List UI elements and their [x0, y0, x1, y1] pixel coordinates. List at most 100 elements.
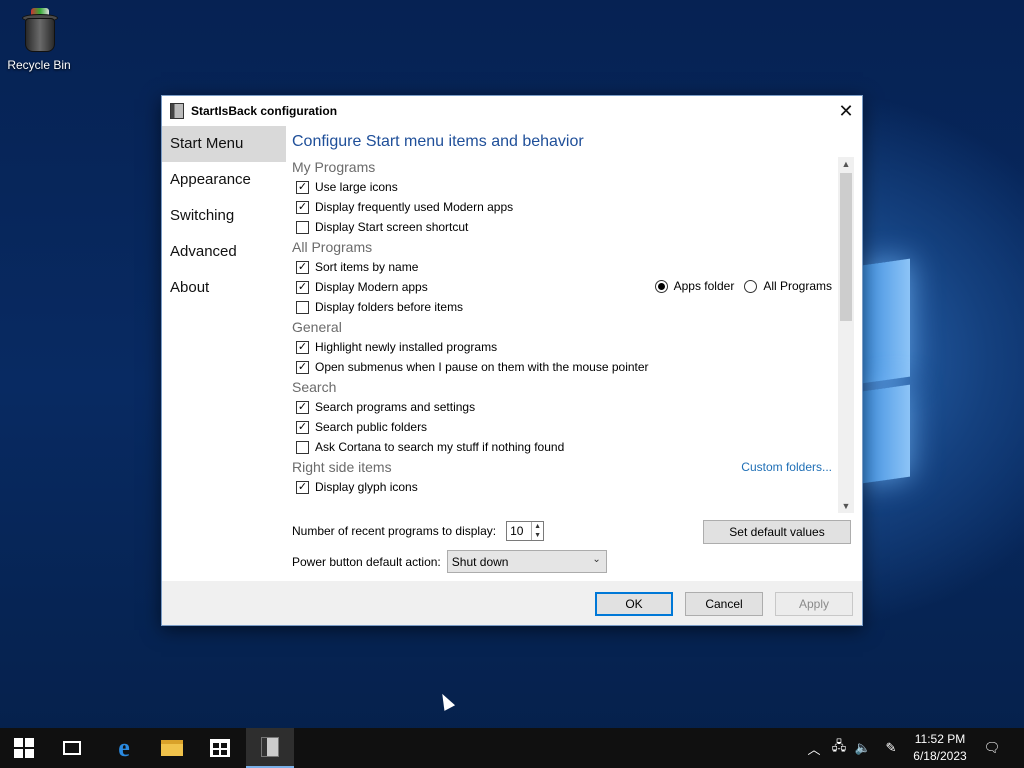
stepper-up-icon[interactable]: ▲ — [532, 522, 543, 531]
recent-programs-label: Number of recent programs to display: — [292, 524, 497, 538]
chevron-down-icon: ⌄ — [592, 554, 601, 565]
sidebar-item-about[interactable]: About — [162, 270, 286, 306]
recent-programs-setting: Number of recent programs to display: 10… — [292, 521, 545, 541]
option-label: Display Start screen shortcut — [315, 220, 469, 234]
scroll-up-icon[interactable]: ▲ — [838, 157, 854, 171]
option-label: Search programs and settings — [315, 400, 476, 414]
option-display-modern-apps[interactable]: ✓ Display Modern apps Apps folder All Pr… — [292, 277, 838, 297]
option-display-folders-before-items[interactable]: Display folders before items — [292, 297, 838, 317]
taskbar-store-button[interactable] — [196, 728, 244, 768]
pen-icon: ✎ — [885, 740, 897, 755]
checkbox[interactable] — [296, 440, 309, 454]
startisback-app-icon — [170, 103, 184, 119]
set-default-values-button[interactable]: Set default values — [703, 520, 851, 544]
startisback-taskbar-icon — [261, 737, 279, 757]
radio-apps-folder[interactable] — [654, 279, 668, 293]
sidebar-item-appearance[interactable]: Appearance — [162, 162, 286, 198]
scroll-down-icon[interactable]: ▼ — [838, 499, 854, 513]
option-display-frequent-modern-apps[interactable]: ✓ Display frequently used Modern apps — [292, 197, 838, 217]
section-right-side-row: Right side items Custom folders... — [292, 457, 838, 477]
sidebar-item-start-menu[interactable]: Start Menu — [162, 126, 286, 162]
checkbox[interactable]: ✓ — [296, 280, 309, 294]
option-search-programs-settings[interactable]: ✓ Search programs and settings — [292, 397, 838, 417]
sidebar-item-advanced[interactable]: Advanced — [162, 234, 286, 270]
modern-apps-location-radios: Apps folder All Programs — [654, 279, 832, 293]
recycle-bin-label: Recycle Bin — [7, 58, 71, 72]
checkbox[interactable]: ✓ — [296, 360, 309, 374]
task-view-button[interactable] — [48, 728, 96, 768]
radio-all-programs-label: All Programs — [763, 279, 832, 293]
settings-sidebar: Start Menu Appearance Switching Advanced… — [162, 126, 286, 582]
option-label: Display folders before items — [315, 300, 464, 314]
option-highlight-new-programs[interactable]: ✓ Highlight newly installed programs — [292, 337, 838, 357]
option-display-start-screen-shortcut[interactable]: Display Start screen shortcut — [292, 217, 838, 237]
edge-browser-icon: e — [118, 733, 130, 762]
notification-icon: 🗨 — [983, 740, 1001, 755]
pen-workspace-button[interactable]: ✎ — [880, 728, 902, 768]
dialog-titlebar[interactable]: StartIsBack configuration ✕ — [162, 96, 862, 126]
checkbox[interactable]: ✓ — [296, 420, 309, 434]
scrollbar-thumb[interactable] — [840, 173, 852, 321]
checkbox[interactable]: ✓ — [296, 260, 309, 274]
option-ask-cortana[interactable]: Ask Cortana to search my stuff if nothin… — [292, 437, 838, 457]
close-button[interactable]: ✕ — [830, 96, 862, 126]
start-button[interactable] — [0, 728, 48, 768]
option-label: Open submenus when I pause on them with … — [315, 360, 649, 374]
checkbox[interactable]: ✓ — [296, 480, 309, 494]
option-open-submenus-on-hover[interactable]: ✓ Open submenus when I pause on them wit… — [292, 357, 838, 377]
checkbox[interactable]: ✓ — [296, 200, 309, 214]
sidebar-item-switching[interactable]: Switching — [162, 198, 286, 234]
option-label: Display glyph icons — [315, 480, 418, 494]
checkbox[interactable]: ✓ — [296, 180, 309, 194]
option-label: Sort items by name — [315, 260, 419, 274]
apply-button[interactable]: Apply — [775, 592, 853, 616]
radio-all-programs[interactable] — [744, 279, 758, 293]
option-sort-items-by-name[interactable]: ✓ Sort items by name — [292, 257, 838, 277]
chevron-up-icon: ︿ — [807, 741, 821, 757]
taskbar-edge-button[interactable]: e — [100, 728, 148, 768]
taskbar-clock[interactable]: 11:52 PM 6/18/2023 — [906, 731, 974, 765]
option-label: Display Modern apps — [315, 280, 428, 294]
checkbox[interactable]: ✓ — [296, 340, 309, 354]
windows-start-icon — [14, 738, 34, 758]
recycle-bin-icon — [19, 6, 59, 54]
section-search: Search — [292, 379, 337, 395]
power-button-label: Power button default action: — [292, 554, 441, 569]
recent-programs-stepper[interactable]: 10 ▲ ▼ — [506, 521, 545, 541]
page-title: Configure Start menu items and behavior — [292, 133, 584, 150]
recycle-bin-desktop-icon[interactable]: Recycle Bin — [4, 6, 74, 72]
show-hidden-icons-button[interactable]: ︿ — [804, 728, 824, 768]
windows-wallpaper-logo — [862, 258, 914, 484]
recent-programs-value[interactable]: 10 — [507, 522, 531, 540]
option-search-public-folders[interactable]: ✓ Search public folders — [292, 417, 838, 437]
checkbox[interactable]: ✓ — [296, 400, 309, 414]
network-disconnected-icon: 🖧 — [831, 738, 847, 753]
power-button-dropdown[interactable]: Shut down ⌄ — [446, 550, 607, 573]
custom-folders-link[interactable]: Custom folders... — [741, 460, 832, 474]
network-tray-button[interactable]: 🖧 — [828, 728, 850, 768]
volume-muted-icon: 🔈 — [854, 740, 872, 755]
section-general: General — [292, 319, 342, 335]
taskbar-file-explorer-button[interactable] — [148, 728, 196, 768]
option-label: Ask Cortana to search my stuff if nothin… — [315, 440, 565, 454]
option-display-glyph-icons[interactable]: ✓ Display glyph icons — [292, 477, 838, 497]
store-icon — [210, 739, 230, 757]
section-my-programs: My Programs — [292, 159, 376, 175]
power-button-setting: Power button default action: Shut down ⌄ — [292, 550, 607, 573]
section-all-programs: All Programs — [292, 239, 373, 255]
taskbar: e ︿ 🖧 🔈 ✎ 11:52 PM 6/18/2023 🗨 — [0, 728, 1024, 768]
file-explorer-icon — [161, 740, 183, 756]
taskbar-startisback-button[interactable] — [246, 728, 294, 768]
cancel-button[interactable]: Cancel — [685, 592, 763, 616]
volume-tray-button[interactable]: 🔈 — [852, 728, 874, 768]
clock-time: 11:52 PM — [914, 732, 966, 746]
radio-apps-folder-label: Apps folder — [673, 279, 735, 293]
action-center-button[interactable]: 🗨 — [978, 728, 1006, 768]
option-use-large-icons[interactable]: ✓ Use large icons — [292, 177, 838, 197]
options-scrollbar[interactable]: ▲ ▼ — [838, 157, 854, 513]
stepper-down-icon[interactable]: ▼ — [532, 531, 543, 540]
checkbox[interactable] — [296, 220, 309, 234]
options-scroll-area[interactable]: My Programs ✓ Use large icons ✓ Display … — [292, 157, 838, 513]
ok-button[interactable]: OK — [595, 592, 673, 616]
checkbox[interactable] — [296, 300, 309, 314]
